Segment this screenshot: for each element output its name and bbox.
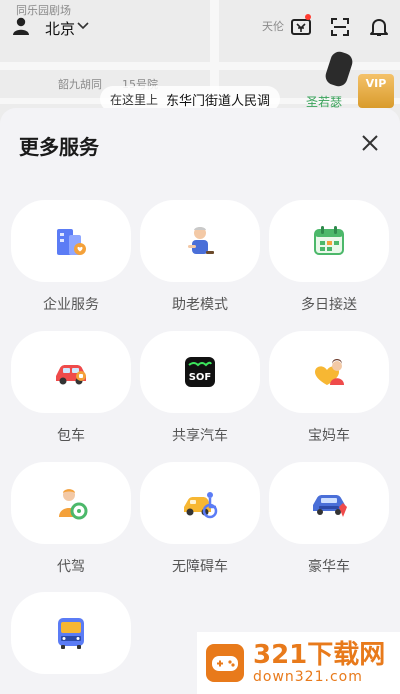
- service-charter-button[interactable]: [11, 331, 131, 413]
- top-bar: 北京: [0, 0, 400, 56]
- service-multi-day-button[interactable]: [269, 200, 389, 282]
- enterprise-building-icon: [57, 229, 86, 255]
- service-label: 无障碍车: [172, 559, 228, 575]
- service-label: 宝妈车: [308, 428, 350, 444]
- notification-dot: [305, 14, 311, 20]
- more-services-sheet: 更多服务 企业服务 助老模式 多日接送 SOF 包车 共享汽车 宝妈车 代驾 无…: [0, 108, 400, 694]
- service-label: 多日接送: [301, 297, 357, 313]
- service-bus-button[interactable]: [11, 592, 131, 674]
- map-label: 韶九胡同: [58, 78, 102, 91]
- scan-icon[interactable]: [329, 16, 351, 38]
- accessible-car-icon: [184, 492, 218, 519]
- sheet-title: 更多服务: [19, 135, 99, 159]
- bus-icon: [58, 618, 84, 649]
- pickup-hint: 在这里上: [110, 92, 159, 107]
- designated-driver-icon: [59, 489, 88, 520]
- share-car-icon: SOF: [185, 357, 215, 387]
- user-icon[interactable]: [12, 17, 30, 35]
- gamepad-logo-icon: [206, 644, 244, 682]
- bell-icon[interactable]: [368, 16, 390, 38]
- service-accessible-button[interactable]: [140, 462, 260, 544]
- service-mom-car-button[interactable]: [269, 331, 389, 413]
- calendar-icon: [314, 226, 344, 255]
- close-icon[interactable]: [358, 131, 382, 155]
- charter-car-icon: [56, 365, 86, 385]
- service-luxury-button[interactable]: [269, 462, 389, 544]
- service-share-car-button[interactable]: SOF: [140, 331, 260, 413]
- service-label: 助老模式: [172, 297, 228, 313]
- pickup-place: 东华门街道人民调: [166, 93, 271, 109]
- service-label: 包车: [57, 428, 85, 444]
- vip-badge[interactable]: VIP: [358, 74, 394, 108]
- svg-text:SOF: SOF: [189, 372, 212, 383]
- watermark-sub: down321.com: [253, 669, 363, 685]
- service-driver-button[interactable]: [11, 462, 131, 544]
- service-label: 代驾: [57, 559, 85, 575]
- chevron-down-icon[interactable]: [77, 21, 89, 31]
- service-elder-mode-button[interactable]: [140, 200, 260, 282]
- luxury-car-icon: [313, 495, 347, 517]
- service-label: 企业服务: [43, 297, 99, 313]
- service-enterprise-button[interactable]: [11, 200, 131, 282]
- service-label: 共享汽车: [172, 428, 228, 444]
- service-label: 豪华车: [308, 559, 350, 575]
- watermark-main: 321下载网: [253, 640, 386, 670]
- mom-car-icon: [315, 359, 344, 385]
- watermark: 321下载网 down321.com: [197, 632, 400, 694]
- city-selector[interactable]: 北京: [45, 18, 75, 39]
- elder-assist-icon: [188, 227, 214, 254]
